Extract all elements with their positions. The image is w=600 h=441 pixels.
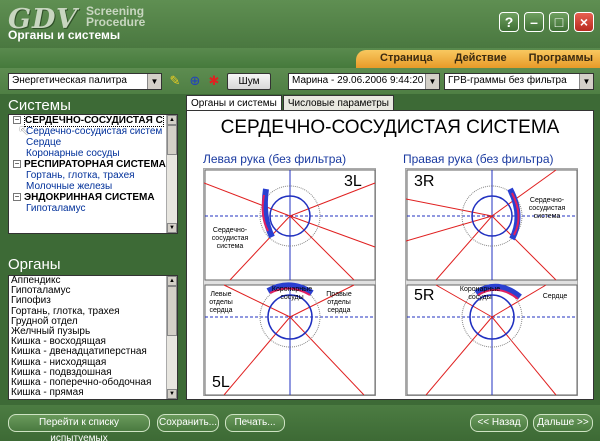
filter-select[interactable]: ГРВ-граммы без фильтра ▼ xyxy=(444,73,594,90)
maximize-button[interactable]: □ xyxy=(549,12,569,32)
session-select-value: Марина - 29.06.2006 9:44:20 xyxy=(292,75,424,86)
tree-item[interactable]: Коронарные сосуды xyxy=(9,148,177,159)
list-item[interactable]: Кишка - двенадцатиперстная xyxy=(9,347,177,357)
mouse-cursor-icon: ↖ xyxy=(18,122,30,138)
menu-item-action[interactable]: Действие xyxy=(455,52,507,64)
scroll-thumb[interactable] xyxy=(167,286,177,336)
menu-item-page[interactable]: Страница xyxy=(380,52,433,64)
tree-item[interactable]: Сердце xyxy=(9,137,177,148)
title-bar: GDV Screening Procedure Органы и системы… xyxy=(0,0,600,48)
cell-tag-3l: 3L xyxy=(344,173,362,190)
tree-item[interactable]: Сердечно-сосудистая систем xyxy=(9,126,177,137)
content-tabs: Органы и системы Числовые параметры xyxy=(186,95,395,111)
brush-icon[interactable]: ✎ xyxy=(167,73,183,89)
list-item[interactable]: Кишка - прямая xyxy=(9,387,177,398)
filter-select-value: ГРВ-граммы без фильтра xyxy=(448,75,567,86)
right-hand-frame: 3R Сердечно-сосудистая система 5R Корона… xyxy=(405,168,578,396)
system-title: СЕРДЕЧНО-СОСУДИСТАЯ СИСТЕМА xyxy=(220,117,560,138)
target-icon[interactable]: ⊕ xyxy=(187,73,203,89)
tree-item-label: Сердечно-сосудистая систем xyxy=(26,126,163,137)
scroll-up-icon[interactable]: ▲ xyxy=(167,115,177,125)
cell-label-3l: Сердечно-сосудистая система xyxy=(211,227,249,250)
tree-item[interactable]: Гортань, глотка, трахея xyxy=(9,170,177,181)
tree-item[interactable]: Гипоталамус xyxy=(9,203,177,214)
tree-item[interactable]: − ЭНДОКРИННАЯ СИСТЕМА xyxy=(9,192,177,203)
palette-select[interactable]: Энергетическая палитра ▼ xyxy=(8,73,162,90)
cell-label-5l-c: Правые отделы сердца xyxy=(326,291,352,314)
star-icon[interactable]: ✱ xyxy=(206,73,222,89)
app-logo-subtitle: Screening Procedure xyxy=(86,5,146,29)
cell-tag-5l: 5L xyxy=(212,374,230,391)
tree-item-label: Гипоталамус xyxy=(26,203,86,214)
cell-label-5l-a: Левые отделы сердца xyxy=(209,291,233,314)
collapse-icon[interactable]: − xyxy=(13,160,21,169)
tree-item-label: Сердце xyxy=(26,137,62,148)
logo-sub-line-2: Procedure xyxy=(86,15,146,29)
scroll-thumb[interactable] xyxy=(167,125,177,155)
organs-title: Органы xyxy=(8,256,61,273)
content-panel: СЕРДЕЧНО-СОСУДИСТАЯ СИСТЕМА Левая рука (… xyxy=(186,110,594,400)
tab-numeric-params[interactable]: Числовые параметры xyxy=(282,95,394,111)
goto-list-button[interactable]: Перейти к списку испытуемых xyxy=(8,414,150,441)
window-controls: ? – □ × xyxy=(499,12,594,32)
scroll-down-icon[interactable]: ▼ xyxy=(167,223,177,233)
cell-label-5r-b: Сердце xyxy=(542,293,568,300)
organs-list[interactable]: Аппендикс Гипоталамус Гипофиз Гортань, г… xyxy=(8,275,178,400)
tab-organs-systems[interactable]: Органы и системы xyxy=(186,95,282,111)
cell-label-5l-b: Коронарные сосуды xyxy=(271,286,313,301)
systems-scrollbar[interactable]: ▲ ▼ xyxy=(166,115,177,233)
tree-item[interactable]: − РЕСПИРАТОРНАЯ СИСТЕМА xyxy=(9,159,177,170)
tree-item-label: Гортань, глотка, трахея xyxy=(26,170,135,181)
scroll-down-icon[interactable]: ▼ xyxy=(167,389,177,399)
cell-label-3r: Сердечно-сосудистая система xyxy=(528,197,566,220)
tree-item-label: Молочные железы xyxy=(26,181,113,192)
chevron-down-icon[interactable]: ▼ xyxy=(579,74,593,89)
left-hand-frame: 3L Сердечно-сосудистая система 5L Левые … xyxy=(203,168,376,396)
palette-select-value: Энергетическая палитра xyxy=(12,75,127,86)
tree-item[interactable]: − СЕРДЕЧНО-СОСУДИСТАЯ С xyxy=(9,115,177,127)
session-select[interactable]: Марина - 29.06.2006 9:44:20 ▼ xyxy=(288,73,440,90)
back-button[interactable]: << Назад xyxy=(470,414,528,432)
toolbar: Энергетическая палитра ▼ ✎ ⊕ ✱ Шум Марин… xyxy=(0,68,600,94)
menu-bar: Страница Действие Программы xyxy=(0,48,600,68)
noise-button[interactable]: Шум xyxy=(227,73,271,90)
tree-item-label: ЭНДОКРИННАЯ СИСТЕМА xyxy=(24,192,155,203)
minimize-button[interactable]: – xyxy=(524,12,544,32)
next-button[interactable]: Дальше >> xyxy=(533,414,593,432)
right-hand-title: Правая рука (без фильтра) xyxy=(403,152,554,166)
cell-tag-3r: 3R xyxy=(414,173,435,190)
tree-item[interactable]: Молочные железы xyxy=(9,181,177,192)
save-button[interactable]: Сохранить... xyxy=(157,414,219,432)
systems-tree[interactable]: − СЕРДЕЧНО-СОСУДИСТАЯ С Сердечно-сосудист… xyxy=(8,114,178,234)
chevron-down-icon[interactable]: ▼ xyxy=(425,74,439,89)
help-button[interactable]: ? xyxy=(499,12,519,32)
window-subtitle: Органы и системы xyxy=(8,28,121,42)
left-hand-gdv-image xyxy=(203,169,376,396)
menu-items: Страница Действие Программы xyxy=(380,52,593,64)
cell-tag-5r: 5R xyxy=(414,287,435,304)
chevron-down-icon[interactable]: ▼ xyxy=(147,74,161,89)
tree-item-label: Коронарные сосуды xyxy=(26,148,120,159)
collapse-icon[interactable]: − xyxy=(13,193,21,202)
left-hand-title: Левая рука (без фильтра) xyxy=(203,152,347,166)
tree-item-label: РЕСПИРАТОРНАЯ СИСТЕМА xyxy=(24,159,166,170)
cell-label-5r-a: Коронарные сосуды xyxy=(459,286,501,301)
organs-scrollbar[interactable]: ▲ ▼ xyxy=(166,276,177,399)
menu-item-programs[interactable]: Программы xyxy=(529,52,593,64)
bottom-bar: Перейти к списку испытуемых Сохранить...… xyxy=(0,405,600,441)
close-button[interactable]: × xyxy=(574,12,594,32)
print-button[interactable]: Печать... xyxy=(225,414,285,432)
systems-title: Системы xyxy=(8,97,71,114)
scroll-up-icon[interactable]: ▲ xyxy=(167,276,177,286)
